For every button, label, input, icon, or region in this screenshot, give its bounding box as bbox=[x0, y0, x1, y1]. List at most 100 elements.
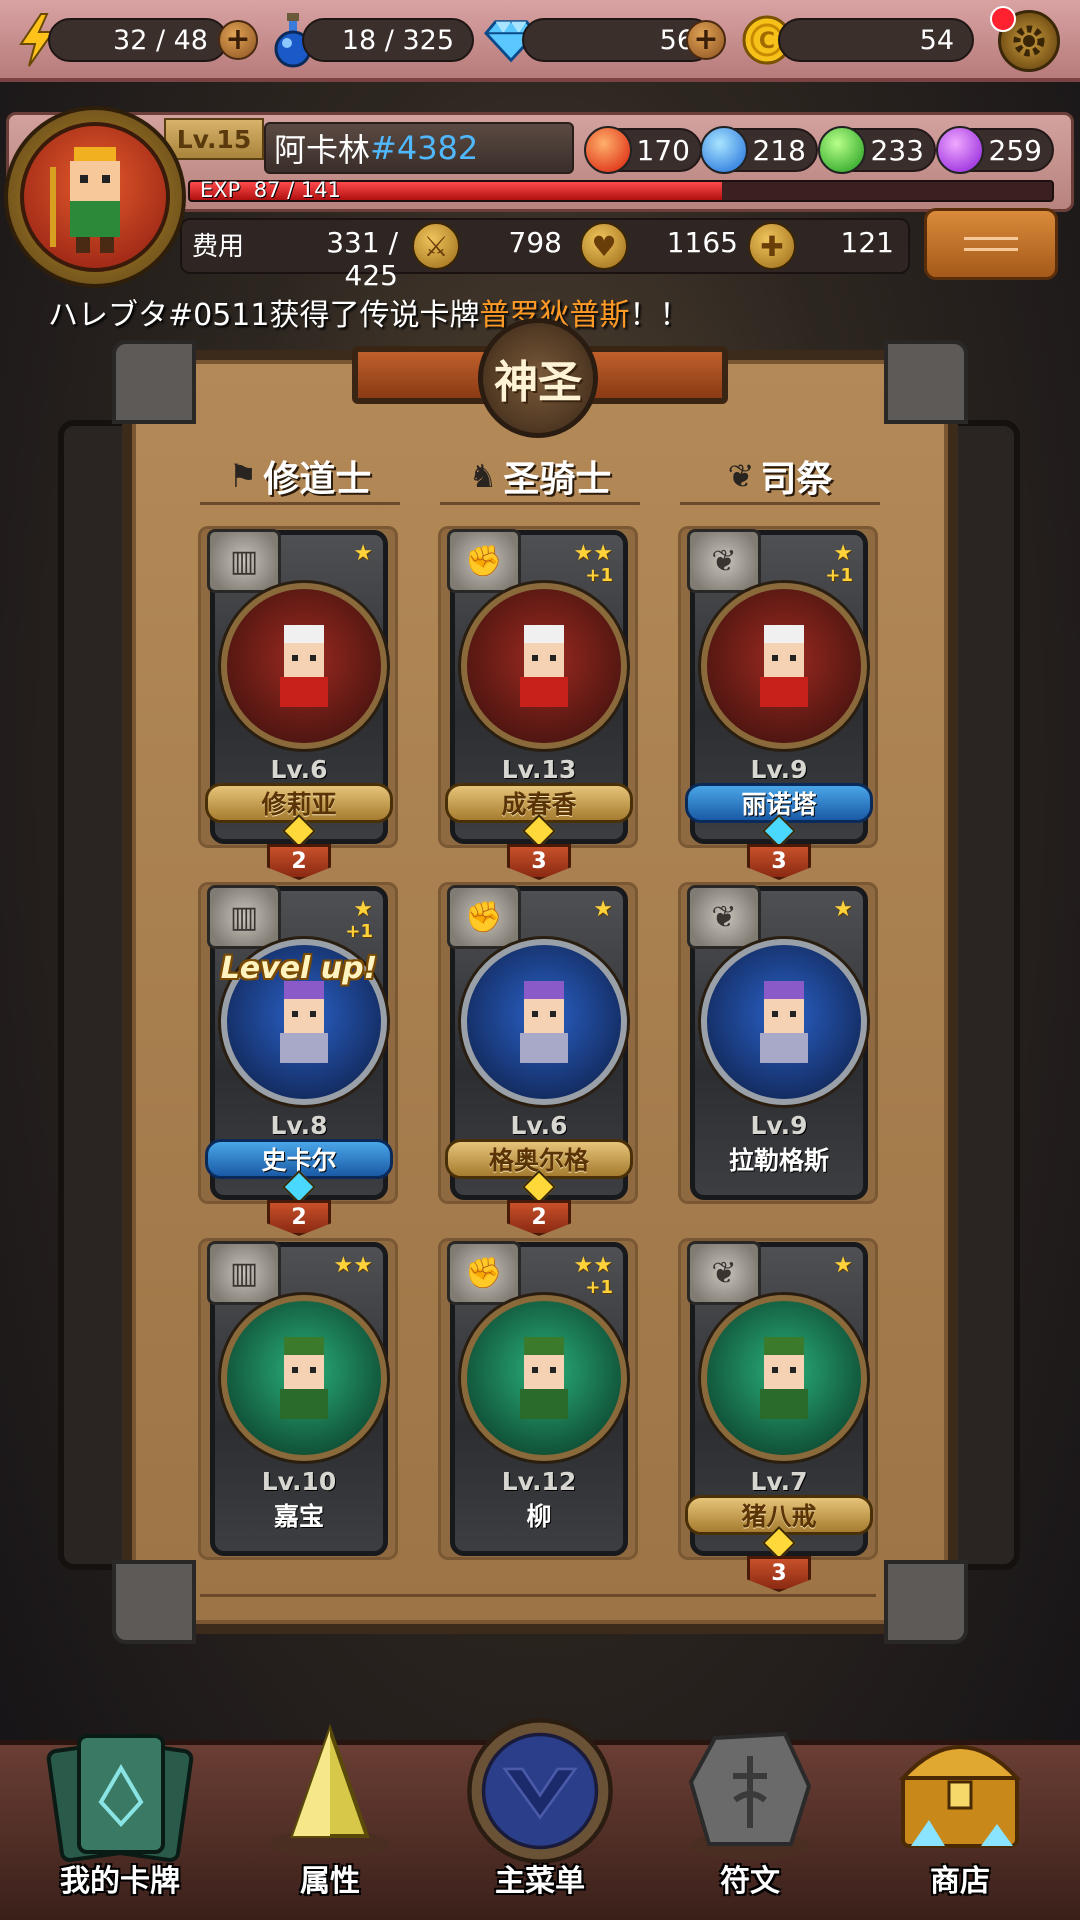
pixel-hero-icon bbox=[760, 625, 808, 707]
dark-orb-icon bbox=[936, 126, 984, 174]
nav-label: 符文 bbox=[720, 1864, 780, 1899]
menu-line bbox=[964, 248, 1018, 251]
board-corner bbox=[112, 340, 196, 424]
card-plus-badge: +1 bbox=[345, 921, 373, 942]
hero-card[interactable]: ❦ ★ Lv.7 猪八戒 bbox=[685, 1241, 873, 1560]
card-name: 拉勒格斯 bbox=[728, 1146, 829, 1175]
nav-main-menu[interactable]: 主菜单 bbox=[450, 1700, 630, 1900]
nav-attributes[interactable]: 属性 bbox=[240, 1700, 420, 1900]
star-rating: ★★ +1 bbox=[574, 1255, 613, 1299]
star-icon: ★★ bbox=[573, 1253, 613, 1278]
hero-portrait bbox=[461, 583, 627, 749]
book-class-icon: ▥ bbox=[207, 1241, 281, 1305]
star-rating: ★ bbox=[353, 543, 373, 565]
nav-label: 属性 bbox=[300, 1864, 360, 1899]
card-plus-badge: +1 bbox=[585, 565, 613, 586]
hero-card[interactable]: ❦ ★ Lv.9 拉勒格斯 bbox=[687, 885, 868, 1200]
card-plus-badge: +1 bbox=[585, 1277, 613, 1298]
exp-label: EXP bbox=[200, 178, 241, 202]
pixel-hero-icon bbox=[760, 1337, 808, 1419]
cross-icon: ✚ bbox=[748, 222, 796, 270]
board-corner bbox=[112, 1560, 196, 1644]
star-icon: ★ bbox=[353, 541, 373, 566]
hero-card[interactable]: ✊ ★★ +1 Lv.12 柳 bbox=[447, 1241, 628, 1556]
hero-portrait bbox=[221, 1295, 387, 1461]
red-gem-value: 170 bbox=[636, 133, 690, 167]
star-rating: ★ +1 bbox=[345, 899, 373, 943]
class-divider bbox=[440, 502, 640, 505]
fist-class-icon: ✊ bbox=[447, 1241, 521, 1305]
nav-label: 我的卡牌 bbox=[60, 1864, 180, 1899]
player-tag: #4382 bbox=[370, 129, 479, 167]
card-name: 嘉宝 bbox=[273, 1502, 324, 1531]
hero-portrait bbox=[701, 583, 867, 749]
class-name: 圣骑士 bbox=[503, 459, 612, 500]
player-avatar[interactable] bbox=[4, 106, 186, 288]
star-icon: ★★ bbox=[333, 1253, 373, 1278]
player-level: Lv.15 bbox=[164, 118, 264, 160]
star-icon: ★ bbox=[593, 897, 613, 922]
card-level: Lv.12 bbox=[501, 1467, 577, 1496]
star-rating: ★★ bbox=[334, 1255, 373, 1277]
hero-portrait bbox=[461, 939, 627, 1105]
star-rating: ★ bbox=[833, 1255, 853, 1277]
book-class-icon: ▥ bbox=[207, 529, 281, 593]
player-name: 阿卡林 bbox=[274, 131, 371, 169]
exp-value: 87 / 141 bbox=[253, 178, 341, 202]
board-corner bbox=[884, 1560, 968, 1644]
class-divider bbox=[680, 502, 880, 505]
health-value: 1165 bbox=[666, 226, 738, 259]
star-rating: ★★ +1 bbox=[574, 543, 613, 587]
add-energy-button[interactable]: + bbox=[218, 20, 258, 60]
notification-dot bbox=[990, 6, 1016, 32]
star-icon: ★ bbox=[833, 1253, 853, 1278]
add-diamond-button[interactable]: + bbox=[686, 20, 726, 60]
treasure-chest-icon bbox=[898, 1745, 1022, 1848]
hero-portrait bbox=[701, 939, 867, 1105]
hamburger-menu-button[interactable] bbox=[924, 208, 1058, 280]
class-name: 司祭 bbox=[760, 459, 833, 500]
pixel-hero-icon bbox=[280, 1337, 328, 1419]
cost-label: 费用 bbox=[192, 232, 245, 262]
triforce-icon bbox=[270, 1723, 390, 1858]
nav-label: 商店 bbox=[930, 1864, 990, 1899]
class-header-monk: ⚑ 修道士 bbox=[200, 446, 400, 506]
wings-class-icon: ❦ bbox=[687, 1241, 761, 1305]
star-rating: ★ bbox=[593, 899, 613, 921]
pixel-hero-icon bbox=[520, 981, 568, 1063]
announcement-ticker: ハレブタ#0511获得了传说卡牌普罗狄普斯！！ bbox=[48, 290, 689, 334]
hero-card[interactable]: ❦ ★ +1 Lv.9 丽诺塔 bbox=[685, 529, 873, 848]
board-corner bbox=[884, 340, 968, 424]
pixel-hero-icon bbox=[520, 1337, 568, 1419]
water-orb-icon bbox=[700, 126, 748, 174]
hero-portrait bbox=[221, 583, 387, 749]
menu-line bbox=[964, 237, 1018, 240]
wings-class-icon: ❦ bbox=[687, 885, 761, 949]
player-name-box[interactable]: 阿卡林 #4382 bbox=[264, 122, 574, 174]
card-level: Lv.13 bbox=[501, 755, 577, 784]
announcement-suffix: ！！ bbox=[629, 298, 690, 333]
hero-card[interactable]: ▥ ★ +1 Level up! Lv.8 史卡尔 bbox=[205, 885, 393, 1204]
nav-shop[interactable]: 商店 bbox=[870, 1700, 1050, 1900]
card-level: Lv.6 bbox=[270, 755, 328, 784]
nav-runes[interactable]: 符文 bbox=[660, 1700, 840, 1900]
energy-counter: 32 / 48 bbox=[48, 18, 228, 62]
nav-my-cards[interactable]: 我的卡牌 bbox=[30, 1700, 210, 1900]
star-rating: ★ +1 bbox=[825, 543, 853, 587]
class-header-paladin: ♞ 圣骑士 bbox=[440, 446, 640, 506]
card-level: Lv.6 bbox=[510, 1111, 568, 1140]
flag-icon: ⚑ bbox=[228, 457, 258, 495]
main-menu-emblem-icon bbox=[467, 1718, 613, 1864]
hero-card[interactable]: ✊ ★★ +1 Lv.13 成春香 bbox=[445, 529, 633, 848]
hero-portrait bbox=[701, 1295, 867, 1461]
class-divider bbox=[200, 502, 400, 505]
star-icon: ★ bbox=[833, 897, 853, 922]
hero-card[interactable]: ▥ ★ Lv.6 修莉亚 bbox=[205, 529, 393, 848]
hero-card[interactable]: ✊ ★ Lv.6 格奥尔格 bbox=[445, 885, 633, 1204]
cost-value: 331 / 425 bbox=[326, 226, 398, 292]
exp-text: EXP 87 / 141 bbox=[200, 178, 341, 202]
potion-value: 18 / 325 bbox=[341, 24, 454, 56]
hero-card[interactable]: ▥ ★★ Lv.10 嘉宝 bbox=[207, 1241, 388, 1556]
fist-class-icon: ✊ bbox=[447, 885, 521, 949]
green-gem-value: 233 bbox=[870, 133, 924, 167]
